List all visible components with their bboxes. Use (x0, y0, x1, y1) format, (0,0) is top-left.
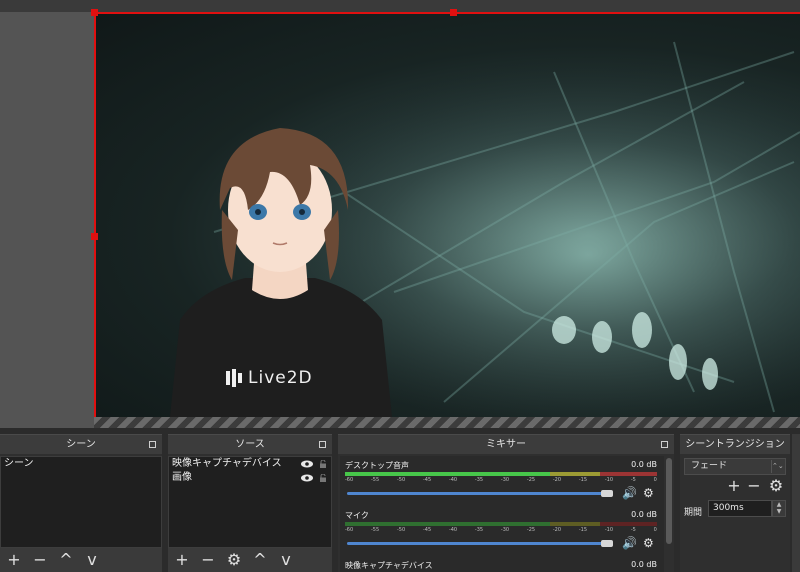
resize-handle-left[interactable] (91, 233, 98, 240)
add-scene-button[interactable]: + (6, 552, 22, 568)
preview-area[interactable]: Live2D (0, 0, 800, 428)
mixer-track: デスクトップ音声 0.0 dB -60 -55 -50 -45 -40 -35 -30 -25… (345, 460, 657, 508)
sources-dock-title: ソース (168, 434, 332, 454)
transition-gear-icon[interactable]: ⚙ (768, 478, 784, 494)
chevron-updown-icon: ⌃⌄ (771, 460, 784, 473)
move-down-icon[interactable]: v (84, 552, 100, 568)
lock-icon[interactable] (319, 474, 327, 482)
transitions-dock: シーントランジション フェード ⌃⌄ + − ⚙ 期間 300ms ▲ ▼ (680, 434, 790, 572)
sources-dock: ソース 映像キャプチャデバイス 画像 + − ⚙ ^ v (168, 434, 332, 572)
track-name: デスクトップ音声 (345, 461, 409, 470)
source-item-label: 画像 (172, 472, 192, 483)
remove-source-button[interactable]: − (200, 552, 216, 568)
transitions-dock-title: シーントランジション (680, 434, 790, 454)
add-source-button[interactable]: + (174, 552, 190, 568)
gear-icon[interactable]: ⚙ (643, 536, 654, 550)
scenes-list[interactable]: シーン (0, 456, 162, 548)
level-meter (345, 522, 657, 526)
period-spinner[interactable]: ▲ ▼ (772, 500, 786, 517)
meter-scale: -60 -55 -50 -45 -40 -35 -30 -25 -20 -15 -10 -5 0 (345, 527, 657, 533)
mixer-body: デスクトップ音声 0.0 dB -60 -55 -50 -45 -40 -35 -30 -25… (340, 456, 664, 572)
preview-bottom-hatch (94, 417, 800, 428)
obs-window: Live2D シーン シーン + − ^ v ソース 映像キャプチャデバイス 画… (0, 0, 800, 572)
scenes-dock: シーン シーン + − ^ v (0, 434, 162, 572)
scene-item[interactable]: シーン (1, 457, 161, 471)
lock-icon[interactable] (319, 460, 327, 468)
speaker-icon[interactable]: 🔊 (622, 536, 637, 550)
volume-fader[interactable] (347, 542, 607, 545)
float-icon[interactable] (319, 441, 326, 448)
move-up-icon[interactable]: ^ (58, 552, 74, 568)
track-db: 0.0 dB (631, 560, 657, 569)
level-meter (345, 472, 657, 476)
source-item-label: 映像キャプチャデバイス (172, 458, 282, 469)
remove-transition-button[interactable]: − (746, 478, 762, 494)
sources-toolbar: + − ⚙ ^ v (168, 548, 332, 572)
preview-gutter (0, 0, 94, 428)
live2d-logo-icon (226, 369, 242, 387)
track-name: マイク (345, 511, 369, 520)
remove-scene-button[interactable]: − (32, 552, 48, 568)
float-icon[interactable] (661, 441, 668, 448)
mixer-track: 映像キャプチャデバイス 0.0 dB (345, 560, 657, 572)
preview-top-strip (0, 0, 800, 12)
source-properties-gear-icon[interactable]: ⚙ (226, 552, 242, 568)
move-down-icon[interactable]: v (278, 552, 294, 568)
scenes-dock-title: シーン (0, 434, 162, 454)
float-icon[interactable] (149, 441, 156, 448)
track-db: 0.0 dB (631, 460, 657, 469)
shirt-logo-text: Live2D (248, 368, 313, 388)
mixer-scrollbar[interactable] (666, 458, 672, 544)
visibility-eye-icon[interactable] (301, 460, 313, 468)
transition-select[interactable]: フェード ⌃⌄ (684, 458, 786, 475)
sources-list[interactable]: 映像キャプチャデバイス 画像 (168, 456, 332, 548)
mixer-track: マイク 0.0 dB -60 -55 -50 -45 -40 -35 -30 -25 -20 -1… (345, 510, 657, 558)
resize-handle-top-left[interactable] (91, 9, 98, 16)
scenes-toolbar: + − ^ v (0, 548, 162, 572)
mixer-dock-title: ミキサー (338, 434, 674, 454)
add-transition-button[interactable]: + (726, 478, 742, 494)
gear-icon[interactable]: ⚙ (643, 486, 654, 500)
resize-handle-top[interactable] (450, 9, 457, 16)
period-label: 期間 (684, 508, 703, 518)
side-dock-strip (792, 434, 800, 572)
track-name: 映像キャプチャデバイス (345, 561, 433, 570)
mixer-dock: ミキサー デスクトップ音声 0.0 dB -60 -55 -50 -45 -40 -35-… (338, 434, 674, 572)
shirt-logo: Live2D (226, 368, 313, 388)
volume-fader-knob[interactable] (601, 490, 613, 497)
track-db: 0.0 dB (631, 510, 657, 519)
volume-fader-knob[interactable] (601, 540, 613, 547)
meter-scale: -60 -55 -50 -45 -40 -35 -30 -25 -20 -15 -10 -5 0 (345, 477, 657, 483)
speaker-icon[interactable]: 🔊 (622, 486, 637, 500)
period-input[interactable]: 300ms (708, 500, 772, 517)
source-item[interactable]: 画像 (169, 471, 331, 485)
source-item[interactable]: 映像キャプチャデバイス (169, 457, 331, 471)
volume-fader[interactable] (347, 492, 607, 495)
visibility-eye-icon[interactable] (301, 474, 313, 482)
move-up-icon[interactable]: ^ (252, 552, 268, 568)
